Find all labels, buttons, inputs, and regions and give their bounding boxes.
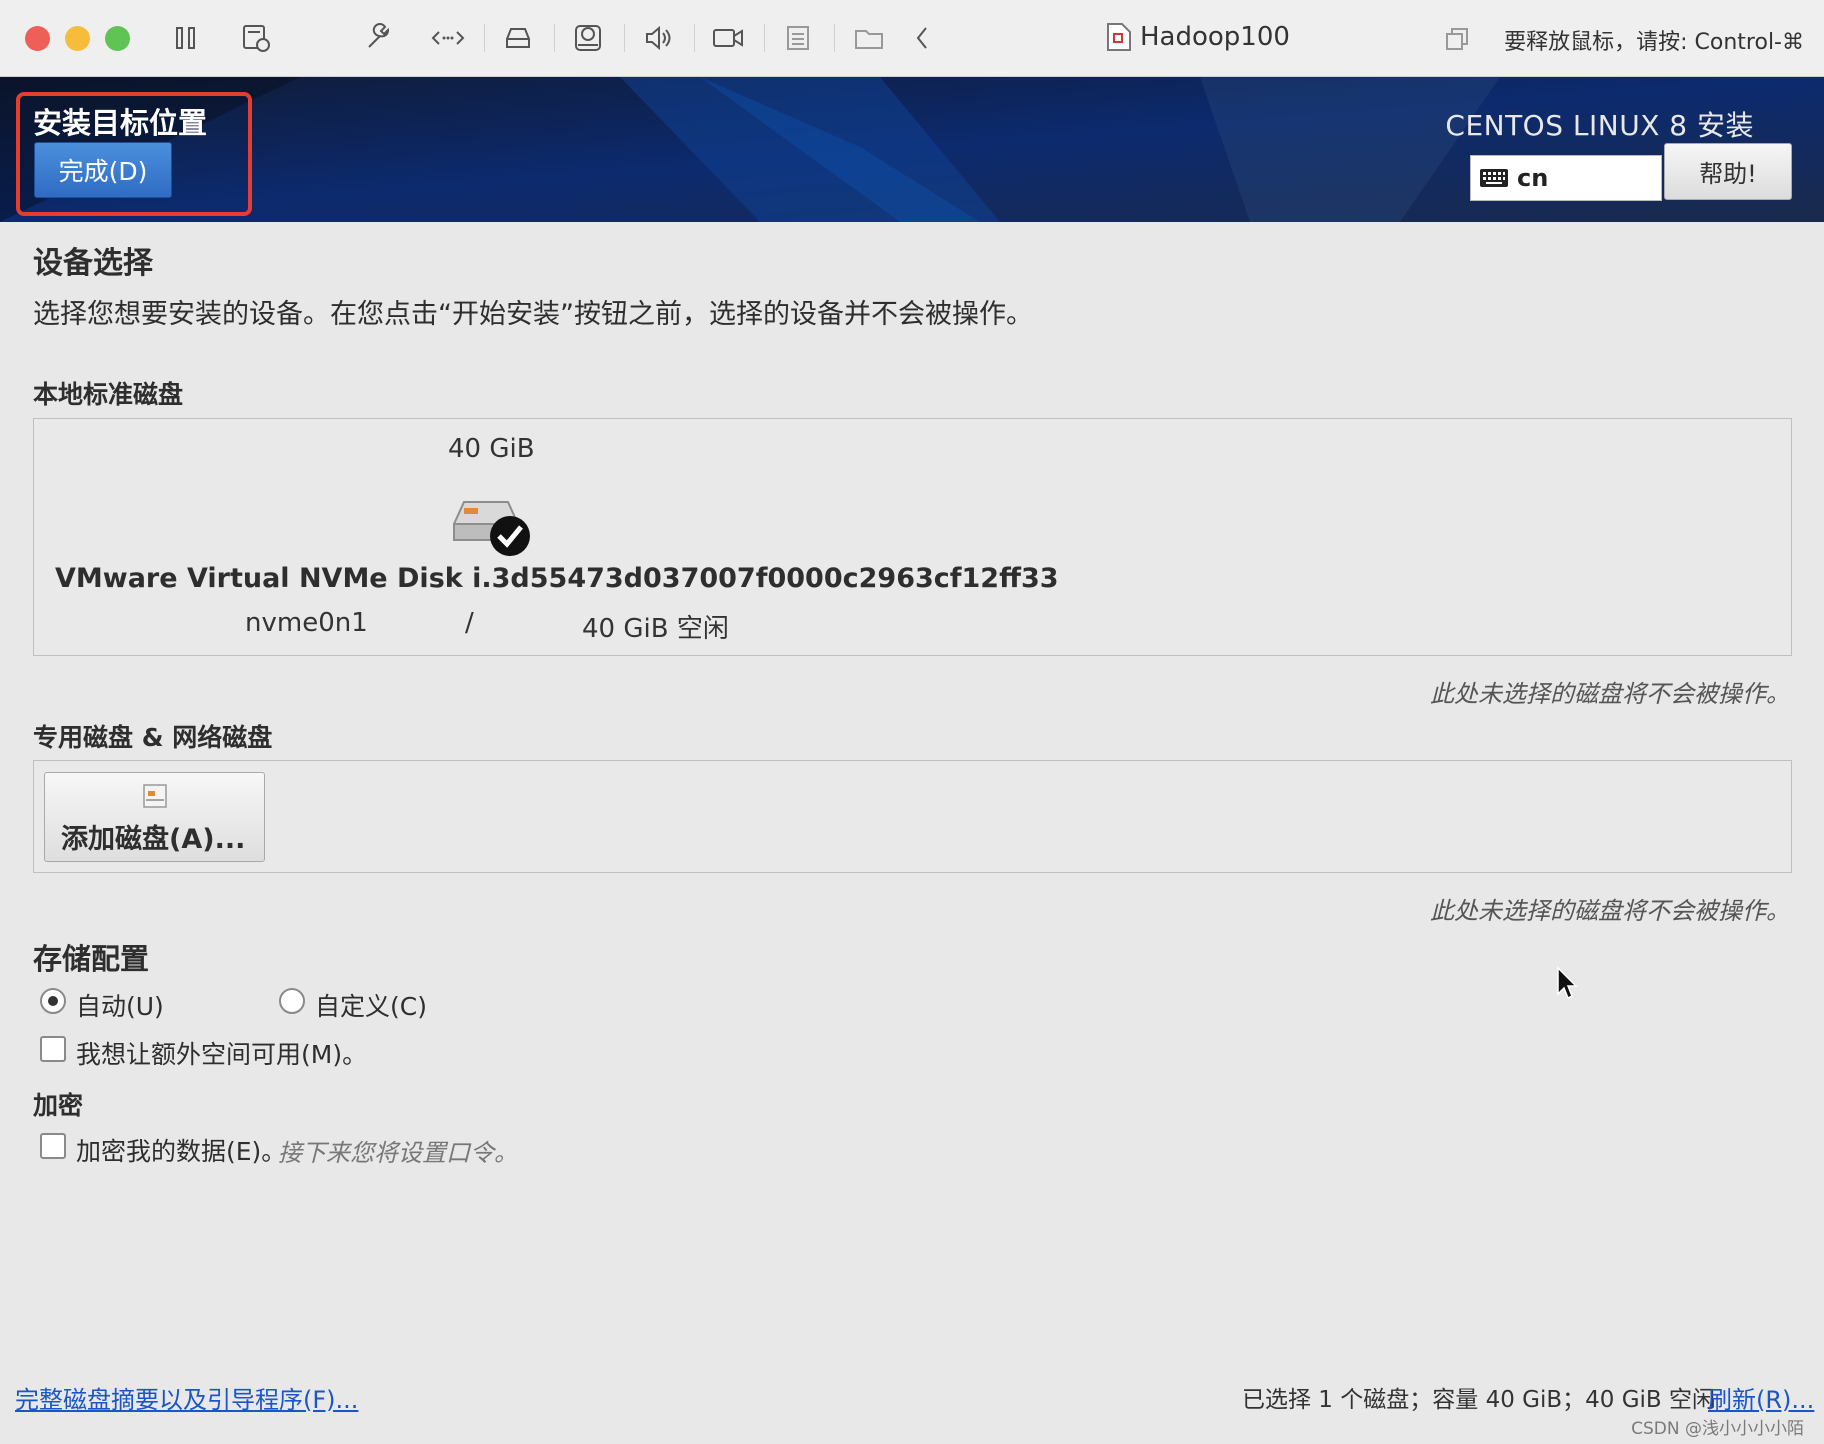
camera-icon[interactable] bbox=[710, 20, 746, 56]
custom-partition-label[interactable]: 自定义(C) bbox=[315, 987, 427, 1023]
refresh-link[interactable]: 刷新(R)... bbox=[1708, 1380, 1814, 1415]
storage-config-heading: 存储配置 bbox=[33, 942, 150, 976]
toolbar-divider bbox=[484, 24, 485, 52]
vm-document-icon bbox=[1107, 23, 1131, 51]
disk-size: 40 GiB bbox=[448, 434, 535, 464]
network-disks-note: 此处未选择的磁盘将不会被操作。 bbox=[1430, 897, 1790, 925]
network-disks-panel bbox=[33, 760, 1792, 873]
disk-selected-icon bbox=[453, 501, 530, 556]
user-profile-icon[interactable] bbox=[570, 20, 606, 56]
keyboard-layout-label: cn bbox=[1517, 164, 1549, 192]
add-disk-button[interactable]: 添加磁盘(A)... bbox=[44, 772, 265, 862]
disk-summary-link[interactable]: 完整磁盘摘要以及引导程序(F)... bbox=[15, 1380, 358, 1415]
close-window-button[interactable] bbox=[25, 26, 50, 51]
snapshot-icon[interactable] bbox=[238, 20, 274, 56]
toolbar-divider bbox=[624, 24, 625, 52]
code-arrows-icon[interactable] bbox=[430, 20, 466, 56]
zoom-window-button[interactable] bbox=[105, 26, 130, 51]
keyboard-layout-indicator[interactable]: cn bbox=[1470, 155, 1662, 201]
wrench-icon[interactable] bbox=[360, 20, 396, 56]
window-copy-icon[interactable] bbox=[1444, 26, 1470, 52]
page-title: 安装目标位置 bbox=[33, 106, 208, 140]
encryption-heading: 加密 bbox=[33, 1091, 84, 1120]
speaker-icon[interactable] bbox=[640, 20, 676, 56]
toolbar-divider bbox=[694, 24, 695, 52]
local-disks-note: 此处未选择的磁盘将不会被操作。 bbox=[1430, 680, 1790, 708]
disk-free-space: 40 GiB 空闲 bbox=[582, 614, 729, 644]
disk-separator: / bbox=[465, 608, 474, 638]
help-button[interactable]: 帮助! bbox=[1664, 143, 1792, 200]
encrypt-hint: 接下来您将设置口令。 bbox=[278, 1139, 518, 1167]
release-mouse-hint: 要释放鼠标，请按: Control-⌘ bbox=[1504, 30, 1804, 55]
chevron-left-icon[interactable] bbox=[904, 20, 940, 56]
product-title: CENTOS LINUX 8 安装 bbox=[1445, 109, 1754, 142]
disk-device: nvme0n1 bbox=[245, 608, 368, 638]
minimize-window-button[interactable] bbox=[65, 26, 90, 51]
mouse-pointer-icon bbox=[1557, 966, 1578, 1000]
encrypt-checkbox[interactable] bbox=[40, 1133, 66, 1159]
pause-icon[interactable] bbox=[168, 20, 204, 56]
auto-partition-label[interactable]: 自动(U) bbox=[76, 987, 164, 1023]
add-disk-icon bbox=[143, 784, 167, 808]
device-selection-heading: 设备选择 bbox=[33, 246, 153, 281]
watermark: CSDN @浅小小小小陌 bbox=[1631, 1419, 1804, 1439]
device-selection-description: 选择您想要安装的设备。在您点击“开始安装”按钮之前，选择的设备并不会被操作。 bbox=[33, 299, 1033, 330]
custom-partition-radio[interactable] bbox=[279, 988, 305, 1014]
encrypt-label[interactable]: 加密我的数据(E)。 bbox=[76, 1132, 286, 1168]
toolbar-divider bbox=[764, 24, 765, 52]
shared-folder-icon[interactable] bbox=[852, 20, 888, 56]
window-title: Hadoop100 bbox=[1140, 22, 1290, 52]
extra-space-label[interactable]: 我想让额外空间可用(M)。 bbox=[76, 1035, 367, 1071]
printer-icon[interactable] bbox=[780, 20, 816, 56]
local-disks-heading: 本地标准磁盘 bbox=[33, 380, 184, 409]
auto-partition-radio[interactable] bbox=[40, 988, 66, 1014]
window-titlebar: Hadoop100 要释放鼠标，请按: Control-⌘ bbox=[0, 0, 1824, 77]
done-button[interactable]: 完成(D) bbox=[34, 142, 172, 198]
extra-space-checkbox[interactable] bbox=[40, 1036, 66, 1062]
hard-disk-icon[interactable] bbox=[500, 20, 536, 56]
toolbar-divider bbox=[834, 24, 835, 52]
network-disks-heading: 专用磁盘 & 网络磁盘 bbox=[33, 723, 273, 752]
keyboard-icon bbox=[1480, 169, 1508, 187]
disk-name: VMware Virtual NVMe Disk i.3d55473d03700… bbox=[55, 563, 1059, 594]
toolbar-divider bbox=[554, 24, 555, 52]
add-disk-label: 添加磁盘(A)... bbox=[61, 824, 246, 855]
selection-status: 已选择 1 个磁盘；容量 40 GiB；40 GiB 空闲 bbox=[1242, 1387, 1716, 1413]
